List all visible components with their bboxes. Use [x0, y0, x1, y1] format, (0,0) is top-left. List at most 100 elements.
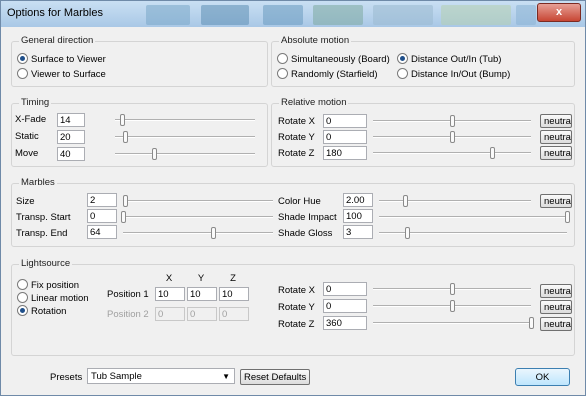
- light-rotate-y-input[interactable]: 0: [323, 299, 367, 313]
- relative-rotate-x-input[interactable]: 0: [323, 114, 367, 128]
- marbles-shade-impact-label: Shade Impact: [278, 212, 337, 223]
- relative-rotate-z-slider[interactable]: [373, 147, 531, 159]
- timing-static-slider[interactable]: [115, 131, 255, 143]
- radio-distance-in-out[interactable]: Distance In/Out (Bump): [397, 68, 510, 81]
- position2-y-input: 0: [187, 307, 217, 321]
- marbles-size-input[interactable]: 2: [87, 193, 117, 207]
- radio-dot[interactable]: [17, 305, 28, 316]
- position1-label: Position 1: [107, 289, 149, 300]
- slider-thumb[interactable]: [450, 300, 455, 312]
- slider-thumb[interactable]: [122, 131, 128, 143]
- radio-viewer-to-surface[interactable]: Viewer to Surface: [17, 68, 106, 81]
- radio-simultaneously[interactable]: Simultaneously (Board): [277, 53, 390, 66]
- slider-thumb[interactable]: [565, 211, 570, 223]
- radio-rotation[interactable]: Rotation: [17, 305, 66, 318]
- timing-xfade-slider[interactable]: [115, 114, 255, 126]
- close-icon: x: [555, 6, 563, 18]
- light-rotate-z-slider[interactable]: [373, 317, 534, 329]
- radio-dot[interactable]: [17, 68, 28, 79]
- slider-thumb[interactable]: [405, 227, 411, 239]
- neutral-button-color-hue[interactable]: neutra: [540, 194, 572, 208]
- neutral-button-light-x[interactable]: neutra: [540, 284, 572, 298]
- position2-z-input: 0: [219, 307, 249, 321]
- neutral-button-relative-y[interactable]: neutra: [540, 130, 572, 144]
- radio-dot[interactable]: [17, 279, 28, 290]
- neutral-button-light-y[interactable]: neutra: [540, 300, 572, 314]
- slider-thumb[interactable]: [211, 227, 216, 239]
- timing-label: Timing: [19, 97, 52, 108]
- slider-thumb[interactable]: [122, 195, 128, 207]
- marbles-color-hue-slider[interactable]: [379, 195, 531, 207]
- radio-label: Linear motion: [31, 293, 89, 305]
- radio-label: Surface to Viewer: [31, 54, 106, 66]
- marbles-shade-gloss-label: Shade Gloss: [278, 228, 333, 239]
- general-direction-label: General direction: [19, 35, 96, 46]
- presets-dropdown[interactable]: Tub Sample ▼: [87, 368, 235, 384]
- marbles-shade-impact-slider[interactable]: [379, 211, 570, 223]
- marbles-shade-impact-input[interactable]: 100: [343, 209, 373, 223]
- marbles-transp-end-slider[interactable]: [123, 227, 273, 239]
- axis-header-z: Z: [230, 273, 236, 284]
- relative-rotate-y-slider[interactable]: [373, 131, 531, 143]
- ok-button[interactable]: OK: [515, 368, 570, 386]
- radio-label: Distance Out/In (Tub): [411, 54, 502, 66]
- slider-thumb[interactable]: [450, 283, 455, 295]
- position1-y-input[interactable]: 10: [187, 287, 217, 301]
- marbles-shade-gloss-slider[interactable]: [379, 227, 567, 239]
- slider-thumb[interactable]: [450, 131, 455, 143]
- light-rotate-y-slider[interactable]: [373, 300, 531, 312]
- slider-thumb[interactable]: [402, 195, 408, 207]
- relative-motion-label: Relative motion: [279, 97, 349, 108]
- slider-thumb[interactable]: [152, 148, 158, 160]
- timing-move-input[interactable]: 40: [57, 147, 85, 161]
- light-rotate-y-label: Rotate Y: [278, 302, 315, 313]
- position1-x-input[interactable]: 10: [155, 287, 185, 301]
- relative-rotate-z-input[interactable]: 180: [323, 146, 367, 160]
- relative-rotate-x-slider[interactable]: [373, 115, 531, 127]
- axis-header-x: X: [165, 273, 173, 284]
- radio-dot[interactable]: [397, 68, 408, 79]
- radio-label: Randomly (Starfield): [291, 69, 378, 81]
- radio-fix-position[interactable]: Fix position: [17, 279, 79, 292]
- radio-dot[interactable]: [277, 53, 288, 64]
- slider-thumb[interactable]: [450, 115, 455, 127]
- neutral-button-relative-z[interactable]: neutra: [540, 146, 572, 160]
- position1-z-input[interactable]: 10: [219, 287, 249, 301]
- neutral-button-light-z[interactable]: neutra: [540, 317, 572, 331]
- light-rotate-z-input[interactable]: 360: [323, 316, 367, 330]
- radio-linear-motion[interactable]: Linear motion: [17, 292, 89, 305]
- presets-label: Presets: [50, 372, 83, 383]
- light-rotate-x-label: Rotate X: [278, 285, 315, 296]
- radio-dot[interactable]: [277, 68, 288, 79]
- radio-dot[interactable]: [17, 53, 28, 64]
- radio-dot[interactable]: [17, 292, 28, 303]
- close-button[interactable]: x: [537, 3, 581, 22]
- marbles-transp-start-slider[interactable]: [121, 211, 273, 223]
- marbles-shade-gloss-input[interactable]: 3: [343, 225, 373, 239]
- neutral-button-relative-x[interactable]: neutra: [540, 114, 572, 128]
- light-rotate-x-slider[interactable]: [373, 283, 531, 295]
- marbles-transp-end-input[interactable]: 64: [87, 225, 117, 239]
- light-rotate-x-input[interactable]: 0: [323, 282, 367, 296]
- radio-randomly[interactable]: Randomly (Starfield): [277, 68, 378, 81]
- timing-static-input[interactable]: 20: [57, 130, 85, 144]
- slider-thumb[interactable]: [489, 147, 495, 159]
- relative-rotate-y-input[interactable]: 0: [323, 130, 367, 144]
- relative-rotate-z-label: Rotate Z: [278, 148, 315, 159]
- marbles-transp-start-input[interactable]: 0: [87, 209, 117, 223]
- title-bar[interactable]: Options for Marbles x: [1, 1, 585, 27]
- marbles-size-slider[interactable]: [122, 195, 273, 207]
- timing-xfade-input[interactable]: 14: [57, 113, 85, 127]
- slider-thumb[interactable]: [529, 317, 534, 329]
- options-window: Options for Marbles x General direction …: [0, 0, 586, 396]
- reset-defaults-button[interactable]: Reset Defaults: [240, 369, 310, 385]
- slider-thumb[interactable]: [120, 114, 125, 126]
- marbles-color-hue-input[interactable]: 2.00: [343, 193, 373, 207]
- slider-thumb[interactable]: [121, 211, 126, 223]
- radio-surface-to-viewer[interactable]: Surface to Viewer: [17, 53, 106, 66]
- timing-move-slider[interactable]: [115, 148, 255, 160]
- marbles-size-label: Size: [16, 196, 35, 207]
- radio-label: Simultaneously (Board): [291, 54, 390, 66]
- radio-dot[interactable]: [397, 53, 408, 64]
- radio-distance-out-in[interactable]: Distance Out/In (Tub): [397, 53, 502, 66]
